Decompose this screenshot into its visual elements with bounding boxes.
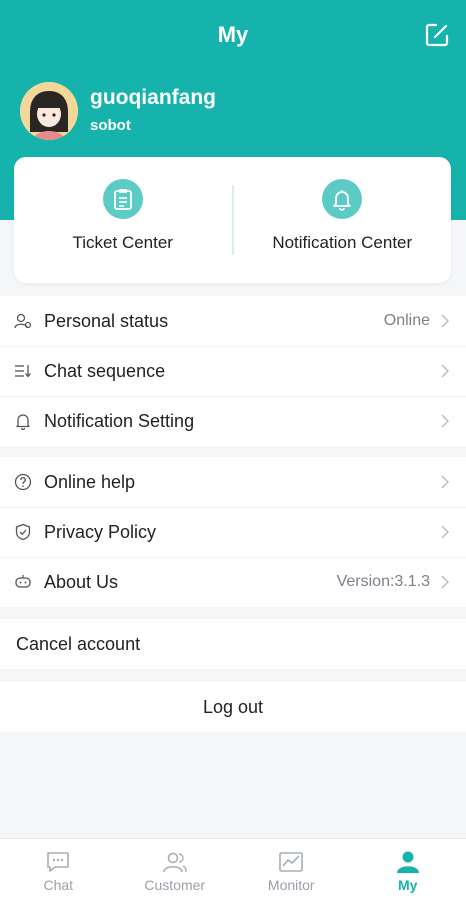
tab-my-label: My	[398, 877, 418, 893]
tab-chat[interactable]: Chat	[0, 839, 117, 900]
privacy-policy-label: Privacy Policy	[44, 521, 157, 542]
monitor-icon	[277, 849, 305, 875]
ticket-center-button[interactable]: Ticket Center	[14, 157, 232, 283]
robot-icon	[14, 573, 32, 591]
notification-center-button[interactable]: Notification Center	[234, 157, 452, 283]
bell-outline-icon	[14, 412, 32, 430]
tab-chat-label: Chat	[43, 877, 74, 893]
personal-status-row[interactable]: Personal status Online	[0, 296, 466, 346]
chevron-right-icon	[440, 313, 450, 329]
user-org: sobot	[90, 117, 131, 134]
logout-label: Log out	[202, 696, 264, 717]
clipboard-icon	[102, 179, 143, 219]
cancel-account-button[interactable]: Cancel account	[0, 619, 466, 669]
about-us-row[interactable]: About Us Version:3.1.3	[0, 557, 466, 607]
my-page: My guoqianfang sobot Ticket Center Notif…	[0, 0, 466, 900]
about-us-label: About Us	[44, 571, 119, 592]
tab-monitor[interactable]: Monitor	[233, 839, 350, 900]
tab-monitor-label: Monitor	[267, 877, 315, 893]
chevron-right-icon	[440, 413, 450, 429]
tab-my[interactable]: My	[350, 839, 466, 900]
tab-customer[interactable]: Customer	[117, 839, 234, 900]
notification-setting-label: Notification Setting	[44, 410, 195, 431]
edit-icon[interactable]	[422, 20, 452, 50]
avatar[interactable]	[20, 82, 78, 140]
customer-icon	[161, 849, 189, 875]
notification-center-label: Notification Center	[272, 233, 413, 252]
chevron-right-icon	[440, 474, 450, 490]
help-circle-icon	[14, 473, 32, 491]
personal-status-value: Online	[383, 312, 430, 329]
ticket-center-label: Ticket Center	[72, 233, 173, 252]
tab-customer-label: Customer	[144, 877, 206, 893]
shield-icon	[14, 523, 32, 541]
cancel-account-label: Cancel account	[16, 633, 141, 654]
notification-setting-row[interactable]: Notification Setting	[0, 396, 466, 446]
logout-button[interactable]: Log out	[0, 682, 466, 732]
sort-list-icon	[14, 362, 32, 380]
page-title: My	[217, 22, 249, 47]
chat-icon	[44, 849, 72, 875]
online-help-label: Online help	[44, 471, 136, 492]
bottom-tab-bar: Chat Customer Monitor My	[0, 838, 466, 900]
info-group: Online help Privacy Policy About Us Vers…	[0, 457, 466, 607]
online-help-row[interactable]: Online help	[0, 457, 466, 507]
chat-sequence-row[interactable]: Chat sequence	[0, 346, 466, 396]
user-name: guoqianfang	[90, 86, 216, 109]
quick-access-card: Ticket Center Notification Center	[14, 157, 451, 283]
person-icon	[394, 849, 422, 875]
chevron-right-icon	[440, 574, 450, 590]
chat-sequence-label: Chat sequence	[44, 360, 166, 381]
bell-icon	[322, 179, 363, 219]
privacy-policy-row[interactable]: Privacy Policy	[0, 507, 466, 557]
settings-group: Personal status Online Chat sequence Not…	[0, 296, 466, 446]
personal-status-label: Personal status	[44, 310, 169, 331]
chevron-right-icon	[440, 524, 450, 540]
person-status-icon	[14, 312, 32, 330]
chevron-right-icon	[440, 363, 450, 379]
app-version: Version:3.1.3	[336, 573, 430, 590]
